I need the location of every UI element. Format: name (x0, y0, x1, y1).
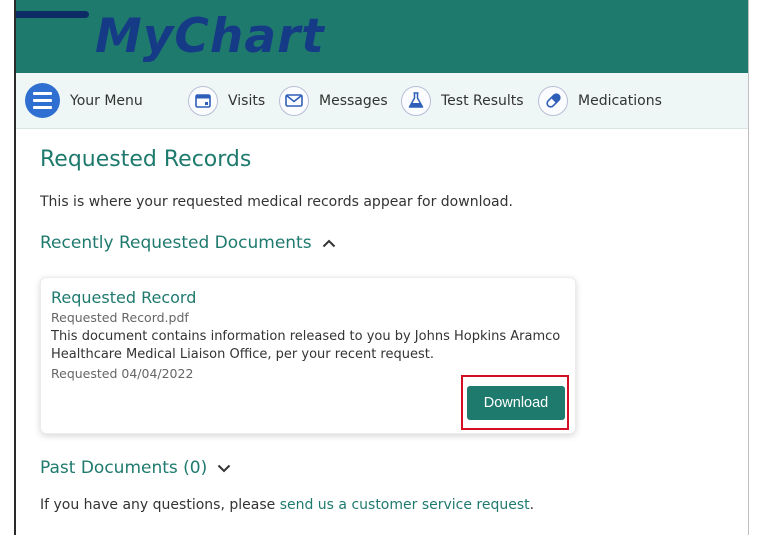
chevron-down-icon (218, 464, 231, 472)
pill-icon (538, 85, 568, 116)
nav-visits-label: Visits (228, 92, 266, 109)
page-intro: This is where your requested medical rec… (40, 194, 513, 210)
document-description: This document contains information relea… (51, 329, 561, 362)
nav-medications[interactable]: Medications (538, 73, 662, 128)
chevron-up-icon (322, 239, 335, 247)
nav-test-results-label: Test Results (441, 92, 524, 109)
flask-icon (401, 85, 431, 116)
nav-messages[interactable]: Messages (279, 73, 388, 128)
envelope-icon (279, 85, 309, 116)
document-card: Requested Record Requested Record.pdf Th… (40, 277, 576, 434)
nav-medications-label: Medications (578, 92, 662, 109)
help-text-prefix: If you have any questions, please (40, 497, 280, 513)
document-title[interactable]: Requested Record (51, 288, 196, 307)
page-title: Requested Records (40, 147, 252, 172)
nav-your-menu-label: Your Menu (70, 92, 143, 109)
app-window: MyChart Your Menu Visits Messages Test R… (14, 0, 749, 535)
help-text-suffix: . (529, 497, 535, 513)
past-documents-heading: Past Documents (0) (40, 458, 208, 478)
recent-documents-heading: Recently Requested Documents (40, 233, 312, 253)
nav-test-results[interactable]: Test Results (401, 73, 524, 128)
hamburger-menu-icon[interactable] (25, 83, 60, 118)
logo-stripe (16, 11, 89, 18)
customer-service-link[interactable]: send us a customer service request (280, 497, 530, 513)
document-filename: Requested Record.pdf (51, 310, 189, 325)
calendar-icon (188, 85, 218, 116)
nav-bar: Your Menu Visits Messages Test Results M… (16, 73, 748, 129)
header-banner: MyChart (16, 0, 748, 73)
mychart-logo[interactable]: MyChart (95, 0, 325, 73)
nav-your-menu[interactable]: Your Menu (25, 73, 143, 128)
past-documents-toggle[interactable]: Past Documents (0) (40, 458, 231, 478)
help-text: If you have any questions, please send u… (40, 497, 534, 513)
download-button[interactable]: Download (467, 386, 565, 420)
nav-visits[interactable]: Visits (188, 73, 265, 128)
document-requested-date: Requested 04/04/2022 (51, 366, 194, 381)
recent-documents-toggle[interactable]: Recently Requested Documents (40, 233, 336, 253)
nav-messages-label: Messages (319, 92, 388, 109)
